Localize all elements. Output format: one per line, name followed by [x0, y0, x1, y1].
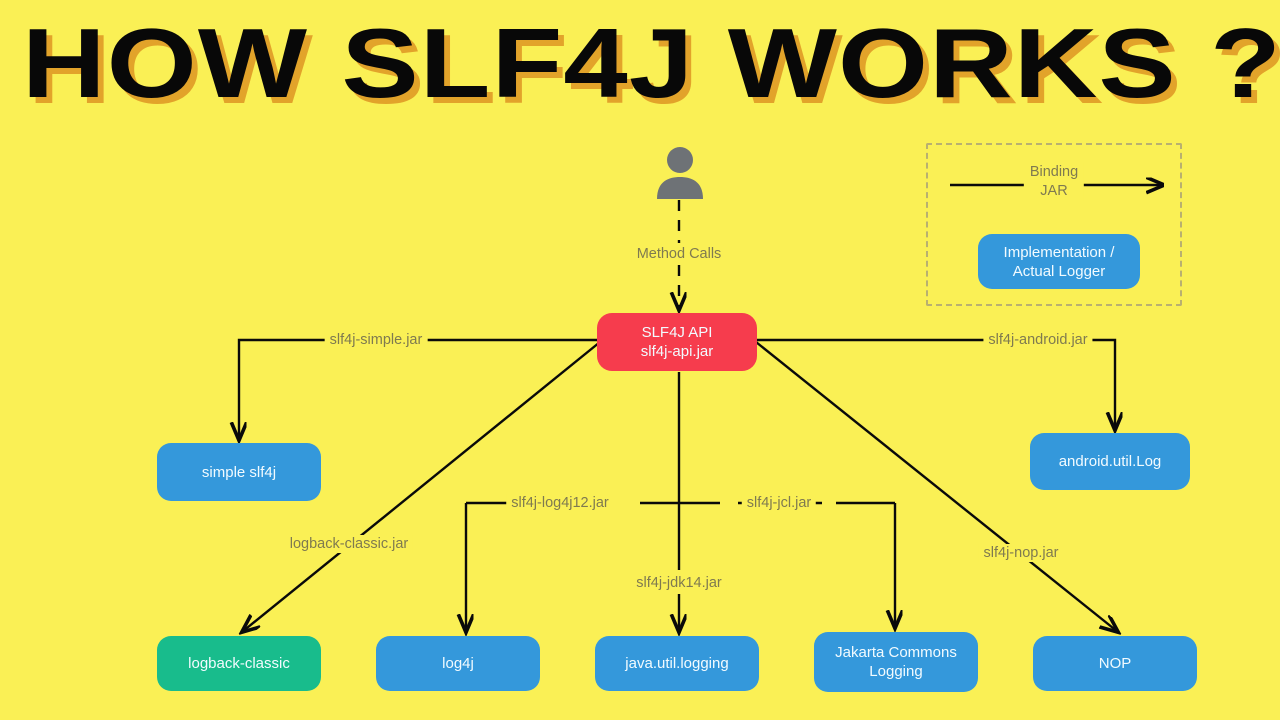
- node-slf4j-api-line1: SLF4J API: [641, 324, 713, 341]
- legend-box: Binding JAR Implementation / Actual Logg…: [926, 143, 1182, 306]
- node-android-util-log-label: android.util.Log: [1058, 453, 1162, 470]
- node-android-util-log[interactable]: android.util.Log: [1030, 433, 1190, 490]
- legend-arrow-label-line1: Binding: [1029, 164, 1079, 180]
- node-logback-classic[interactable]: logback-classic: [157, 636, 321, 691]
- edge-label-slf4j-simple: slf4j-simple.jar: [324, 331, 428, 349]
- page-title: HOW SLF4J WORKS ?: [22, 8, 1280, 118]
- legend-arrow-label-line2: JAR: [1040, 183, 1068, 199]
- edge-label-slf4j-jcl: slf4j-jcl.jar: [741, 494, 817, 512]
- edge-slf4j-android: [757, 338, 1115, 430]
- node-simple-slf4j-label: simple slf4j: [201, 463, 277, 481]
- edge-label-slf4j-nop: slf4j-nop.jar: [978, 544, 1064, 562]
- node-nop-label: NOP: [1098, 655, 1132, 672]
- person-icon: [657, 147, 703, 199]
- legend-implementation-line1: Implementation /: [1003, 243, 1115, 261]
- legend-arrow-label: Binding JAR: [1023, 163, 1085, 201]
- edge-label-slf4j-android: slf4j-android.jar: [983, 331, 1093, 349]
- node-slf4j-api[interactable]: SLF4J API slf4j-api.jar: [597, 313, 757, 371]
- node-log4j-label: log4j: [442, 655, 474, 672]
- node-slf4j-api-line2: slf4j-api.jar: [640, 343, 714, 360]
- node-simple-slf4j[interactable]: simple slf4j: [157, 443, 321, 501]
- node-java-util-logging-label: java.util.logging: [625, 655, 729, 672]
- node-java-util-logging[interactable]: java.util.logging: [595, 636, 759, 691]
- edge-slf4j-simple: [239, 338, 597, 440]
- node-log4j[interactable]: log4j: [376, 636, 540, 691]
- node-nop[interactable]: NOP: [1033, 636, 1197, 691]
- edge-label-slf4j-jdk14: slf4j-jdk14.jar: [631, 574, 727, 592]
- edge-label-method-calls: Method Calls: [631, 245, 727, 263]
- edge-label-logback-classic: logback-classic.jar: [284, 535, 414, 553]
- node-logback-classic-label: logback-classic: [188, 655, 290, 672]
- edge-label-slf4j-log4j12: slf4j-log4j12.jar: [506, 494, 614, 512]
- legend-implementation-box[interactable]: Implementation / Actual Logger: [978, 234, 1140, 289]
- node-jakarta-commons-logging[interactable]: Jakarta Commons Logging: [814, 632, 978, 692]
- legend-implementation-line2: Actual Logger: [1012, 262, 1106, 280]
- node-jakarta-commons-logging-line2: Logging: [869, 663, 923, 680]
- node-jakarta-commons-logging-line1: Jakarta Commons: [835, 644, 957, 661]
